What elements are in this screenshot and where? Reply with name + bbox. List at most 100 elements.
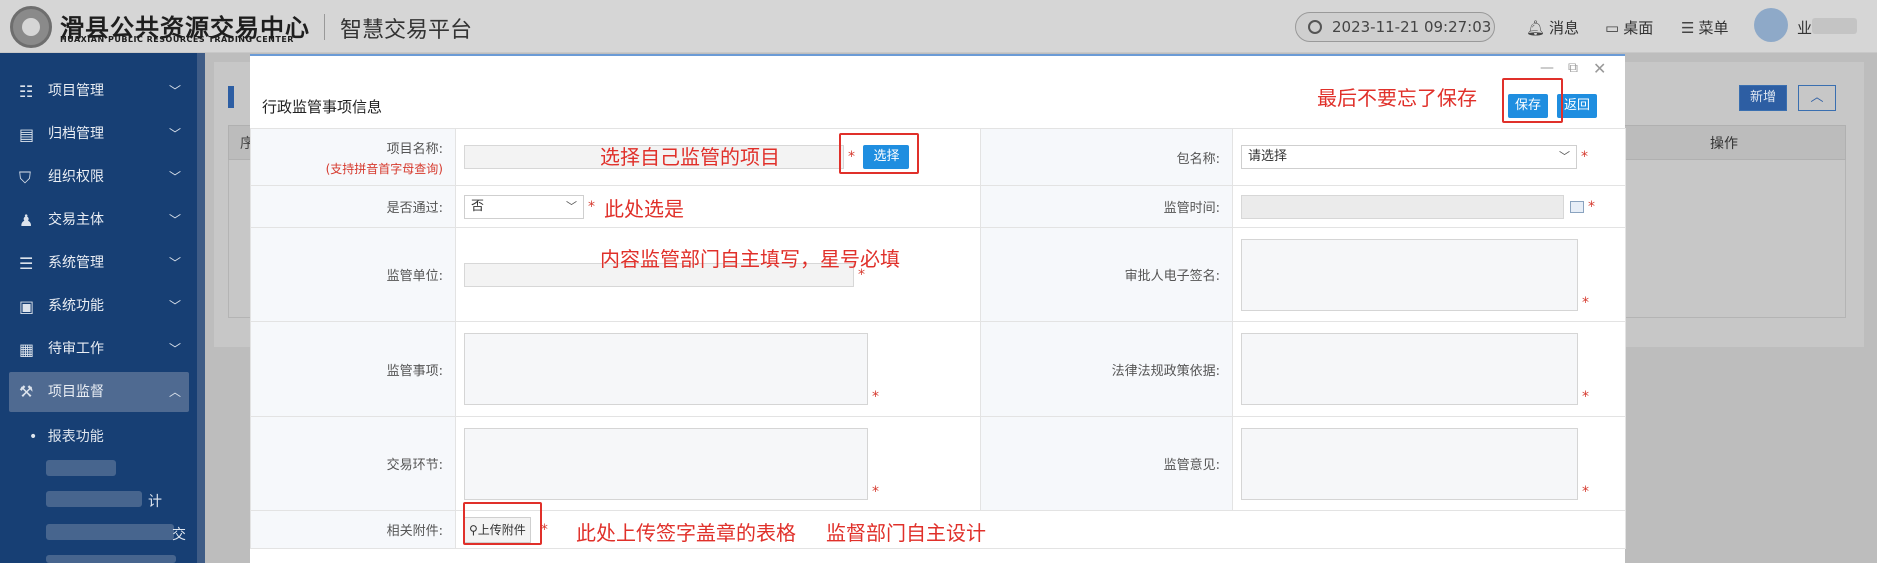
required-mark: * (1582, 483, 1589, 500)
top-header: 滑县公共资源交易中心 HUAXIAN PUBLIC RESOURCES TRAD… (0, 0, 1877, 53)
sidebar-item-label: 归档管理 (48, 126, 104, 142)
menu-label: 菜单 (1698, 19, 1729, 37)
annotation-box-save (1502, 78, 1563, 123)
required-mark: * (1581, 149, 1588, 165)
project-name-label: 项目名称: (386, 141, 443, 157)
law-label-cell: 法律法规政策依据: (980, 321, 1233, 417)
signature-cell: * (1232, 227, 1626, 322)
sidebar-subitem-blurred[interactable] (46, 491, 142, 507)
supervision-time-input[interactable] (1241, 194, 1564, 219)
datetime-text: 2023-11-21 09:27:03 (1332, 18, 1492, 36)
passed-select[interactable]: 否 ﹀ (464, 194, 584, 219)
law-basis-textarea[interactable] (1241, 333, 1578, 405)
passed-label-cell: 是否通过: (250, 185, 456, 228)
sidebar-item-label: 系统功能 (48, 298, 104, 314)
list-icon: ☷ (19, 82, 34, 101)
chevron-down-icon: ﹀ (169, 299, 182, 313)
sidebar-item-trading-entities[interactable]: ♟ 交易主体 ﹀ (0, 199, 197, 242)
annotation-save: 最后不要忘了保存 (1317, 86, 1477, 110)
sidebar-item-pending-work[interactable]: ▦ 待审工作 ﹀ (0, 328, 197, 371)
time-label-cell: 监管时间: (980, 185, 1233, 228)
menu-link[interactable]: ☰ 菜单 (1681, 17, 1728, 38)
law-cell: * (1232, 321, 1626, 417)
messages-label: 消息 (1549, 19, 1580, 37)
desktop-icon: ▭ (1605, 19, 1620, 37)
chevron-down-icon: ﹀ (169, 170, 182, 184)
matters-textarea[interactable] (464, 333, 868, 405)
required-mark: * (588, 198, 595, 215)
annotation-upload: 此处上传签字盖章的表格 (576, 521, 796, 545)
column-operations: 操作 (1710, 136, 1738, 152)
project-name-hint: (支持拼音首字母查询) (325, 161, 443, 176)
required-mark: * (872, 389, 879, 405)
sidebar-subitem-blurred[interactable] (46, 460, 116, 476)
sidebar-item-archive[interactable]: ▤ 归档管理 ﹀ (0, 113, 197, 156)
archive-icon: ▤ (19, 125, 35, 144)
logo-icon (10, 6, 52, 48)
maximize-icon[interactable]: ⧉ (1568, 60, 1578, 76)
datetime-display: 2023-11-21 09:27:03 (1295, 12, 1495, 42)
chevron-down-icon: ﹀ (169, 256, 182, 270)
calendar-icon: ▦ (19, 340, 35, 359)
attachment-label-cell: 相关附件: (250, 510, 456, 549)
sidebar-subitem-blurred[interactable] (46, 524, 174, 540)
signature-textarea[interactable] (1241, 238, 1578, 311)
app-window: 滑县公共资源交易中心 HUAXIAN PUBLIC RESOURCES TRAD… (0, 0, 1877, 563)
supervision-form: 项目名称: (支持拼音首字母查询) * 选择 包名称: 请选择 ﹀ * 是否通过: 否… (250, 128, 1626, 549)
package-label-cell: 包名称: (980, 128, 1233, 186)
chevron-down-icon: ﹀ (169, 213, 182, 227)
collapse-button[interactable]: ︿ (1798, 85, 1836, 111)
user-name[interactable]: 业 (1797, 17, 1812, 38)
chevron-up-icon: ︿ (1810, 90, 1824, 105)
package-label: 包名称: (1176, 151, 1220, 167)
modal-title: 行政监管事项信息 (262, 98, 383, 116)
bell-icon: 🔔︎ (1526, 19, 1546, 37)
matters-cell: * (455, 321, 981, 417)
package-cell: 请选择 ﹀ * (1232, 128, 1626, 186)
close-icon[interactable]: ✕ (1593, 59, 1606, 78)
signature-label-cell: 审批人电子签名: (980, 227, 1233, 322)
package-select-value: 请选择 (1248, 149, 1288, 164)
supervision-modal: — ⧉ ✕ 行政监管事项信息 保存 返回 项目名称: (支持拼音首字母查询) * … (250, 54, 1626, 563)
avatar[interactable] (1754, 8, 1788, 42)
add-button[interactable]: 新增 (1739, 85, 1787, 111)
sidebar-item-permissions[interactable]: ⛉ 组织权限 ﹀ (0, 156, 197, 199)
package-select[interactable]: 请选择 ﹀ (1241, 145, 1577, 169)
sidebar-edge (197, 53, 205, 563)
annotation-required: 内容监管部门自主填写，星号必填 (600, 247, 900, 271)
page-title-accent (228, 86, 234, 108)
sidebar-item-label: 交易主体 (48, 212, 104, 228)
stage-label: 交易环节: (386, 458, 443, 473)
shield-icon: ⛉ (19, 168, 32, 187)
minimize-icon[interactable]: — (1540, 60, 1554, 76)
back-button[interactable]: 返回 (1557, 94, 1597, 118)
sidebar-item-label: 项目管理 (48, 83, 104, 99)
chevron-down-icon: ﹀ (169, 127, 182, 141)
calendar-icon[interactable] (1570, 200, 1584, 213)
sidebar-item-system-management[interactable]: ☰ 系统管理 ﹀ (0, 242, 197, 285)
sidebar-item-label: 项目监督 (48, 384, 104, 400)
opinion-label-cell: 监管意见: (980, 416, 1233, 511)
sidebar-item-project-management[interactable]: ☷ 项目管理 ﹀ (0, 70, 197, 113)
desktop-label: 桌面 (1623, 19, 1654, 37)
messages-link[interactable]: 🔔︎ 消息 (1526, 17, 1579, 38)
sidebar-subitem-blurred[interactable] (46, 555, 176, 563)
annotation-passed: 此处选是 (604, 197, 684, 221)
sidebar-subitem-suffix: 交 (172, 527, 186, 543)
sidebar-item-project-supervision[interactable]: ⚒ 项目监督 ︿ (9, 372, 189, 412)
chevron-up-icon: ︿ (169, 385, 182, 399)
sidebar-subitem-suffix: 计 (148, 494, 162, 510)
monitor-icon: ▣ (19, 297, 35, 316)
passed-select-value: 否 (471, 198, 485, 214)
unit-cell: * (455, 227, 981, 322)
chevron-down-icon: ﹀ (169, 342, 182, 356)
sidebar-item-label: 组织权限 (48, 169, 104, 185)
opinion-textarea[interactable] (1241, 427, 1578, 500)
desktop-link[interactable]: ▭ 桌面 (1605, 17, 1653, 38)
sidebar-item-system-functions[interactable]: ▣ 系统功能 ﹀ (0, 285, 197, 328)
trading-stage-textarea[interactable] (464, 427, 868, 500)
stage-cell: * (455, 416, 981, 511)
sidebar-subitem-reports[interactable]: • 报表功能 (29, 426, 104, 446)
required-mark: * (1588, 198, 1595, 215)
matters-label-cell: 监管事项: (250, 321, 456, 417)
